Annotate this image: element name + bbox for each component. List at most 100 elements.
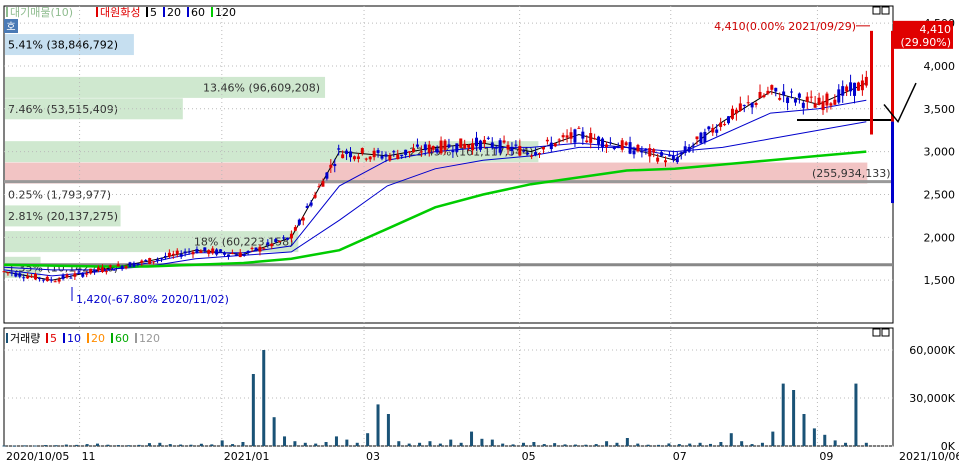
legend-swatch — [211, 7, 213, 17]
volume-bar — [75, 444, 79, 446]
volume-bar — [428, 441, 432, 446]
candle-body — [502, 140, 506, 143]
candle-body — [577, 127, 581, 129]
panel-control-icon — [881, 328, 890, 337]
candle-body — [573, 129, 577, 143]
volume-bar — [33, 445, 37, 447]
candle-body — [601, 138, 605, 148]
candle-body — [431, 146, 435, 150]
candle-body — [286, 237, 290, 240]
candle-body — [849, 82, 853, 92]
candle-body — [100, 267, 104, 273]
candle-body — [786, 97, 790, 104]
volume-bar — [262, 350, 266, 446]
candle-body — [597, 136, 601, 145]
candle-body — [750, 102, 754, 108]
candle-body — [388, 155, 392, 161]
volume-bar — [85, 444, 89, 446]
candle-body — [223, 252, 227, 255]
legend-swatch — [6, 7, 8, 17]
candle-body — [309, 202, 313, 206]
panel-control-icon — [872, 328, 881, 337]
current-price: 4,410 — [920, 23, 952, 36]
corner-badge: 호 — [6, 21, 15, 33]
volume-bar — [168, 444, 172, 446]
candle-body — [782, 91, 786, 96]
candle-body — [494, 146, 498, 149]
candle-body — [364, 158, 368, 160]
candle-body — [766, 90, 770, 94]
price-tick-label: 2,000 — [924, 231, 956, 244]
candle-body — [368, 156, 372, 160]
candle-body — [695, 136, 699, 140]
legend-label: 20 — [91, 332, 105, 345]
legend-swatch — [87, 333, 89, 343]
volume-bar — [480, 438, 484, 446]
candle-body — [557, 139, 561, 141]
volume-bar — [708, 443, 712, 446]
candle-body — [148, 258, 152, 264]
legend-label: 5 — [50, 332, 57, 345]
candle-body — [313, 194, 317, 198]
date-tick-label: 07 — [673, 450, 687, 462]
volume-bar — [844, 442, 848, 446]
candle-body — [510, 147, 514, 151]
volume-bar — [553, 443, 557, 446]
candle-body — [337, 148, 341, 150]
legend-label: 60 — [191, 6, 205, 19]
candle-body — [140, 260, 144, 263]
legend-label: 10 — [67, 332, 81, 345]
candle-body — [790, 91, 794, 93]
volume-bar — [864, 442, 868, 446]
candle-body — [620, 140, 624, 150]
volume-bar — [584, 444, 588, 446]
candle-body — [93, 270, 97, 272]
volume-bar — [158, 442, 162, 446]
volume-bar — [241, 442, 245, 446]
volume-profile-label: 2.81% (20,137,275) — [8, 210, 118, 223]
volume-bar — [573, 444, 577, 446]
check-mark-drawing — [883, 82, 917, 124]
candle-body — [581, 131, 585, 139]
candle-body — [585, 140, 589, 143]
volume-bar — [594, 444, 598, 446]
volume-bar — [646, 444, 650, 446]
candle-body — [475, 137, 479, 147]
volume-bar — [802, 414, 806, 446]
candle-body — [534, 152, 538, 156]
legend-label: 60 — [115, 332, 129, 345]
date-tick-label: 09 — [819, 450, 833, 462]
candle-body — [360, 148, 364, 154]
volume-bar — [688, 443, 692, 446]
volume-bar — [407, 443, 411, 446]
legend-label: 거래량 — [10, 332, 40, 345]
candle-body — [522, 150, 526, 152]
date-tick-label: 05 — [522, 450, 536, 462]
price-tick-label: 2,500 — [924, 188, 956, 201]
price-tick-label: 3,500 — [924, 103, 956, 116]
legend-swatch — [96, 7, 98, 17]
volume-bar — [677, 444, 681, 446]
candle-body — [723, 124, 727, 126]
volume-bar — [12, 445, 16, 447]
candle-body — [506, 144, 510, 150]
candle-body — [553, 143, 557, 147]
candle-body — [825, 93, 829, 106]
candle-body — [419, 151, 423, 153]
candle-body — [797, 93, 801, 98]
candle-body — [435, 148, 439, 153]
legend-swatch — [46, 333, 48, 343]
candle-body — [234, 254, 238, 256]
legend-swatch — [6, 333, 8, 343]
candle-body — [258, 246, 262, 252]
candle-body — [77, 271, 81, 273]
candle-body — [770, 85, 774, 90]
candle-body — [423, 144, 427, 151]
candle-body — [53, 281, 57, 283]
candle-body — [376, 150, 380, 153]
volume-bar — [54, 445, 58, 447]
volume-bar — [792, 390, 796, 446]
volume-profile-label: 13.46% (96,609,208) — [203, 81, 320, 94]
candle-body — [242, 253, 246, 256]
current-change: (29.90%) — [900, 36, 951, 49]
